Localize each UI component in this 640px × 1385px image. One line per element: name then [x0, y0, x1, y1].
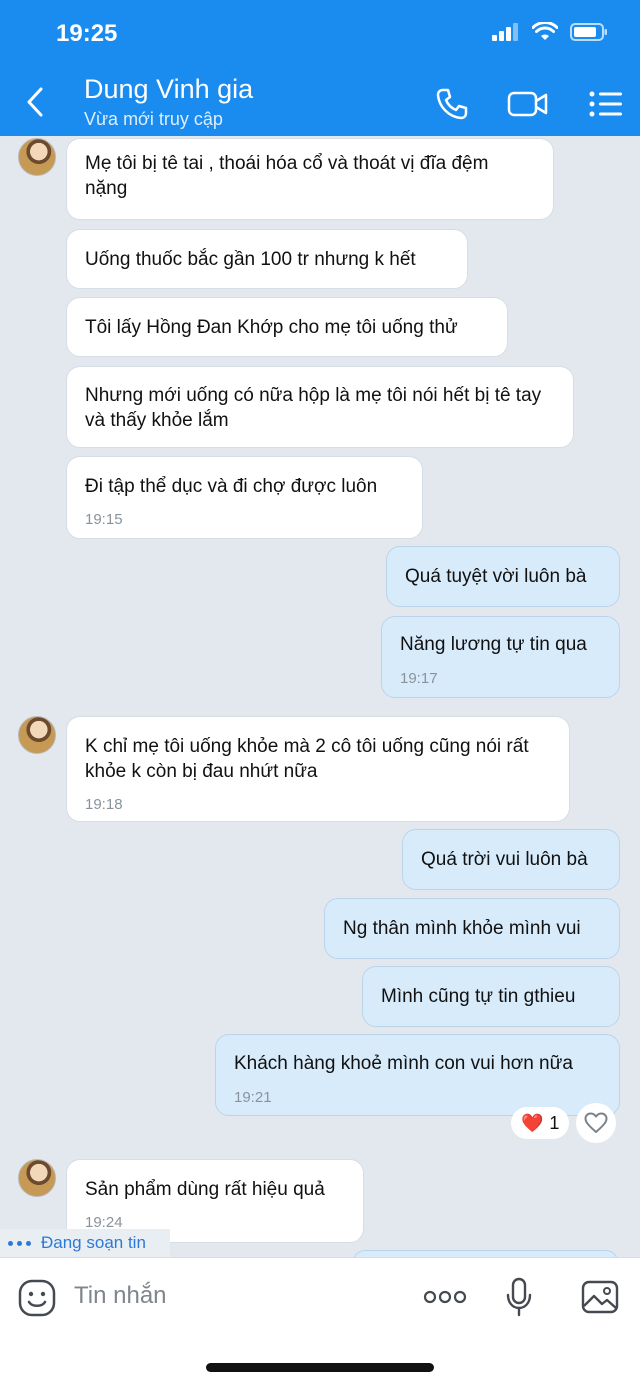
- video-call-icon: [507, 91, 548, 117]
- phone-icon: [436, 88, 468, 120]
- message-text: Quá trời vui luôn bà: [421, 849, 588, 870]
- reaction-count: 1: [549, 1112, 560, 1133]
- heart-reaction-icon: ❤️: [521, 1112, 544, 1133]
- typing-dots-icon: [8, 1240, 31, 1246]
- message-bubble-outgoing[interactable]: Khách hàng khoẻ mình con vui hơn nữa 19:…: [215, 1034, 620, 1116]
- message-text: Sản phẩm dùng rất hiệu quả: [85, 1179, 325, 1200]
- message-time: 19:18: [85, 796, 123, 813]
- message-bubble-outgoing[interactable]: Mình cũng tự tin gthieu: [362, 966, 620, 1027]
- back-button[interactable]: [20, 84, 50, 120]
- chat-menu-button[interactable]: [584, 84, 628, 124]
- message-bubble-outgoing[interactable]: Quá trời vui luôn bà: [402, 829, 620, 890]
- message-bubble-incoming[interactable]: Tôi lấy Hồng Đan Khớp cho mẹ tôi uống th…: [66, 297, 508, 357]
- signal-icon: [492, 23, 518, 41]
- status-icons: [492, 22, 608, 42]
- message-text: Khách hàng khoẻ mình con vui hơn nữa: [234, 1053, 573, 1074]
- more-button[interactable]: [422, 1276, 468, 1318]
- add-reaction-button[interactable]: [576, 1103, 616, 1143]
- message-text: Đi tập thể dục và đi chợ được luôn: [85, 476, 378, 497]
- menu-list-icon: [589, 91, 622, 117]
- message-bubble-outgoing[interactable]: Năng lương tự tin qua 19:17: [381, 616, 620, 698]
- more-icon: [423, 1290, 467, 1304]
- message-text: Năng lương tự tin qua: [400, 634, 587, 655]
- microphone-icon: [506, 1277, 532, 1317]
- message-bubble-outgoing[interactable]: Ng thân mình khỏe mình vui: [324, 898, 620, 959]
- message-time: 19:17: [400, 670, 438, 687]
- heart-outline-icon: [584, 1112, 608, 1133]
- chat-header: 19:25 Dung Vinh gia Vừa mới truy cập: [0, 0, 640, 136]
- emoji-icon: [18, 1279, 56, 1317]
- wifi-icon: [532, 22, 558, 40]
- emoji-button[interactable]: [18, 1279, 56, 1317]
- message-bubble-incoming[interactable]: Nhưng mới uống có nữa hộp là mẹ tôi nói …: [66, 366, 574, 448]
- typing-label: Đang soạn tin: [41, 1233, 146, 1252]
- voice-button[interactable]: [504, 1276, 534, 1318]
- call-button[interactable]: [430, 84, 474, 124]
- image-icon: [581, 1280, 619, 1314]
- image-button[interactable]: [580, 1276, 620, 1318]
- message-text: Ng thân mình khỏe mình vui: [343, 918, 581, 939]
- status-time: 19:25: [56, 20, 118, 47]
- contact-name[interactable]: Dung Vinh gia: [84, 74, 253, 105]
- battery-icon: [570, 23, 607, 41]
- presence-status: Vừa mới truy cập: [84, 109, 223, 129]
- message-bubble-incoming[interactable]: Uống thuốc bắc gần 100 tr nhưng k hết: [66, 229, 468, 289]
- back-chevron-icon: [27, 87, 43, 117]
- message-text: Quá tuyệt vời luôn bà: [405, 566, 587, 587]
- contact-avatar[interactable]: [18, 1159, 56, 1197]
- message-text: Mình cũng tự tin gthieu: [381, 986, 576, 1007]
- message-text: Tôi lấy Hồng Đan Khớp cho mẹ tôi uống th…: [85, 317, 458, 338]
- contact-avatar[interactable]: [18, 138, 56, 176]
- home-indicator: [206, 1363, 434, 1372]
- message-text: Nhưng mới uống có nữa hộp là mẹ tôi nói …: [85, 385, 542, 431]
- message-text: Uống thuốc bắc gần 100 tr nhưng k hết: [85, 249, 416, 270]
- typing-indicator: Đang soạn tin: [0, 1229, 170, 1257]
- message-input[interactable]: Tin nhắn: [74, 1282, 167, 1310]
- message-bubble-outgoing[interactable]: Quá tuyệt vời luôn bà: [386, 546, 620, 607]
- message-bubble-incoming[interactable]: K chỉ mẹ tôi uống khỏe mà 2 cô tôi uống …: [66, 716, 570, 822]
- contact-avatar[interactable]: [18, 716, 56, 754]
- message-bubble-incoming[interactable]: Đi tập thể dục và đi chợ được luôn 19:15: [66, 456, 423, 539]
- reaction-badge[interactable]: ❤️ 1: [511, 1107, 570, 1139]
- message-time: 19:15: [85, 511, 123, 528]
- message-bubble-incoming[interactable]: Mẹ tôi bị tê tai , thoái hóa cổ và thoát…: [66, 138, 554, 220]
- message-text: K chỉ mẹ tôi uống khỏe mà 2 cô tôi uống …: [85, 736, 529, 782]
- video-call-button[interactable]: [506, 84, 550, 124]
- message-text: Mẹ tôi bị tê tai , thoái hóa cổ và thoát…: [85, 153, 489, 199]
